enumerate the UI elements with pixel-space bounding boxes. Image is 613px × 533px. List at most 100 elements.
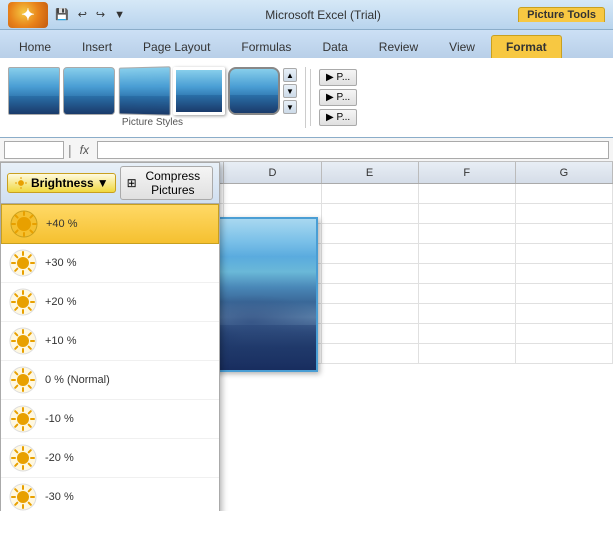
- grid-cell[interactable]: [516, 324, 613, 343]
- office-button[interactable]: ✦: [8, 2, 48, 28]
- picture-layout-btn[interactable]: ▶ P...: [319, 109, 357, 126]
- name-box[interactable]: [4, 141, 64, 159]
- grid-cell[interactable]: [322, 324, 419, 343]
- brightness-item[interactable]: -10 %: [1, 400, 219, 439]
- main-area: B C D E F G: [0, 162, 613, 511]
- fx-button[interactable]: fx: [76, 143, 93, 157]
- brightness-value: +30 %: [45, 257, 77, 269]
- grid-cell[interactable]: [419, 184, 516, 203]
- sun-brightness-icon: [9, 483, 37, 511]
- dropdown-header: Brightness ▼ ⊞ Compress Pictures: [1, 163, 219, 204]
- brightness-value: -20 %: [45, 452, 74, 464]
- grid-cell[interactable]: [322, 284, 419, 303]
- save-button[interactable]: 💾: [52, 6, 72, 23]
- picture-tools-label: Picture Tools: [518, 7, 605, 22]
- dropdown-arrow-icon: ▼: [97, 176, 109, 190]
- brightness-item[interactable]: -20 %: [1, 439, 219, 478]
- undo-button[interactable]: ↩: [75, 6, 90, 23]
- brightness-value: +40 %: [46, 218, 78, 230]
- grid-cell[interactable]: [419, 264, 516, 283]
- grid-cell[interactable]: [516, 344, 613, 363]
- grid-cell[interactable]: [516, 244, 613, 263]
- sun-brightness-icon: [9, 366, 37, 394]
- style-thumb-3[interactable]: [119, 66, 171, 115]
- brightness-item[interactable]: +30 %: [1, 244, 219, 283]
- grid-cell[interactable]: [322, 224, 419, 243]
- compress-label: Compress Pictures: [140, 169, 206, 197]
- style-scroll: ▲ ▼ ▼: [283, 68, 297, 114]
- grid-cell[interactable]: [419, 244, 516, 263]
- brightness-dropdown: Brightness ▼ ⊞ Compress Pictures +40 % +3…: [0, 162, 220, 511]
- picture-border-btn[interactable]: ▶ P...: [319, 69, 357, 86]
- grid-cell[interactable]: [419, 344, 516, 363]
- brightness-icon: [14, 176, 28, 190]
- picture-styles-label: Picture Styles: [8, 117, 297, 128]
- tab-home[interactable]: Home: [4, 35, 66, 58]
- grid-cell[interactable]: [419, 304, 516, 323]
- brightness-label: Brightness: [31, 176, 94, 190]
- scroll-down-btn[interactable]: ▼: [283, 84, 297, 98]
- col-header-e: E: [322, 162, 419, 183]
- formula-input[interactable]: [97, 141, 609, 159]
- grid-cell[interactable]: [322, 204, 419, 223]
- formula-bar: | fx: [0, 138, 613, 162]
- title-bar: ✦ 💾 ↩ ↪ ▼ Microsoft Excel (Trial) Pictur…: [0, 0, 613, 30]
- grid-cell[interactable]: [516, 204, 613, 223]
- tab-view[interactable]: View: [434, 35, 490, 58]
- title-bar-left: ✦ 💾 ↩ ↪ ▼: [8, 2, 128, 28]
- grid-cell[interactable]: [419, 224, 516, 243]
- tab-review[interactable]: Review: [364, 35, 433, 58]
- sun-brightness-icon: [9, 249, 37, 277]
- scroll-up-btn[interactable]: ▲: [283, 68, 297, 82]
- brightness-item[interactable]: +10 %: [1, 322, 219, 361]
- tab-formulas[interactable]: Formulas: [226, 35, 306, 58]
- grid-cell[interactable]: [224, 184, 321, 203]
- grid-cell[interactable]: [322, 264, 419, 283]
- col-header-g: G: [516, 162, 613, 183]
- grid-cell[interactable]: [516, 224, 613, 243]
- style-thumb-1[interactable]: [8, 67, 60, 115]
- brightness-item[interactable]: +40 %: [1, 204, 219, 244]
- brightness-value: +20 %: [45, 296, 77, 308]
- sun-brightness-icon: [9, 405, 37, 433]
- grid-cell[interactable]: [419, 204, 516, 223]
- compress-pictures-button[interactable]: ⊞ Compress Pictures: [120, 166, 213, 200]
- picture-effects-btn[interactable]: ▶ P...: [319, 89, 357, 106]
- grid-cell[interactable]: [322, 244, 419, 263]
- brightness-value: -30 %: [45, 491, 74, 503]
- tab-page-layout[interactable]: Page Layout: [128, 35, 225, 58]
- style-thumb-5[interactable]: [228, 67, 280, 115]
- brightness-list: +40 % +30 % +20 % +10 % 0 % (Normal) -10 % -20…: [1, 204, 219, 511]
- brightness-item[interactable]: +20 %: [1, 283, 219, 322]
- picture-styles-row: ▲ ▼ ▼: [8, 67, 297, 115]
- brightness-value: 0 % (Normal): [45, 374, 110, 386]
- brightness-button[interactable]: Brightness ▼: [7, 173, 116, 193]
- style-thumb-2[interactable]: [63, 67, 115, 115]
- brightness-item[interactable]: -30 %: [1, 478, 219, 511]
- grid-cell[interactable]: [322, 344, 419, 363]
- spreadsheet-area: B C D E F G: [0, 162, 613, 511]
- sun-brightness-icon: [9, 327, 37, 355]
- grid-cell[interactable]: [516, 304, 613, 323]
- style-thumb-4[interactable]: [173, 67, 225, 115]
- grid-cell[interactable]: [419, 284, 516, 303]
- sun-brightness-icon: [9, 288, 37, 316]
- grid-cell[interactable]: [516, 184, 613, 203]
- tab-data[interactable]: Data: [307, 35, 362, 58]
- tab-format[interactable]: Format: [491, 35, 562, 58]
- grid-cell[interactable]: [516, 264, 613, 283]
- grid-cell[interactable]: [516, 284, 613, 303]
- quick-access-toolbar: 💾 ↩ ↪ ▼: [52, 6, 128, 23]
- sun-brightness-icon: [9, 444, 37, 472]
- grid-cell[interactable]: [419, 324, 516, 343]
- col-header-f: F: [419, 162, 516, 183]
- ribbon-tabs: Home Insert Page Layout Formulas Data Re…: [0, 30, 613, 58]
- grid-cell[interactable]: [322, 304, 419, 323]
- brightness-item[interactable]: 0 % (Normal): [1, 361, 219, 400]
- grid-cell[interactable]: [322, 184, 419, 203]
- tab-insert[interactable]: Insert: [67, 35, 127, 58]
- scroll-more-btn[interactable]: ▼: [283, 100, 297, 114]
- customize-button[interactable]: ▼: [111, 7, 128, 23]
- redo-button[interactable]: ↪: [93, 6, 108, 23]
- sun-brightness-icon: [10, 210, 38, 238]
